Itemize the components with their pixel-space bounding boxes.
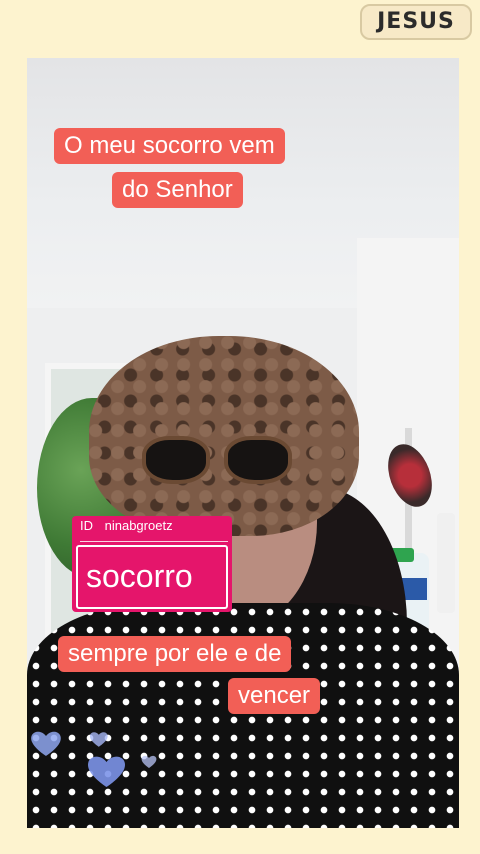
caption-top-line-2: do Senhor — [112, 172, 243, 208]
logo-watermark: JESUS — [360, 4, 472, 40]
caption-bottom-line-1: sempre por ele e de — [58, 636, 292, 672]
floating-hearts — [31, 731, 157, 787]
caption-top-line-1: O meu socorro vem — [54, 128, 285, 164]
caption-bottom-line-2: vencer — [228, 678, 321, 714]
heart-icon — [31, 731, 61, 756]
heart-icon — [88, 756, 125, 787]
sticker-username: ninabgroetz — [104, 518, 173, 533]
heart-icon — [141, 755, 157, 768]
heart-icon — [89, 732, 108, 747]
white-bottle — [437, 513, 455, 613]
sticker-id-row: ID ninabgroetz — [80, 518, 228, 538]
sunglasses-left-lens — [142, 436, 210, 484]
sunglasses-right-lens — [224, 436, 292, 484]
sticker-word: socorro — [86, 558, 193, 594]
sunglasses — [142, 436, 297, 488]
sticker-divider — [80, 541, 228, 542]
sticker-id-label: ID — [80, 518, 93, 533]
